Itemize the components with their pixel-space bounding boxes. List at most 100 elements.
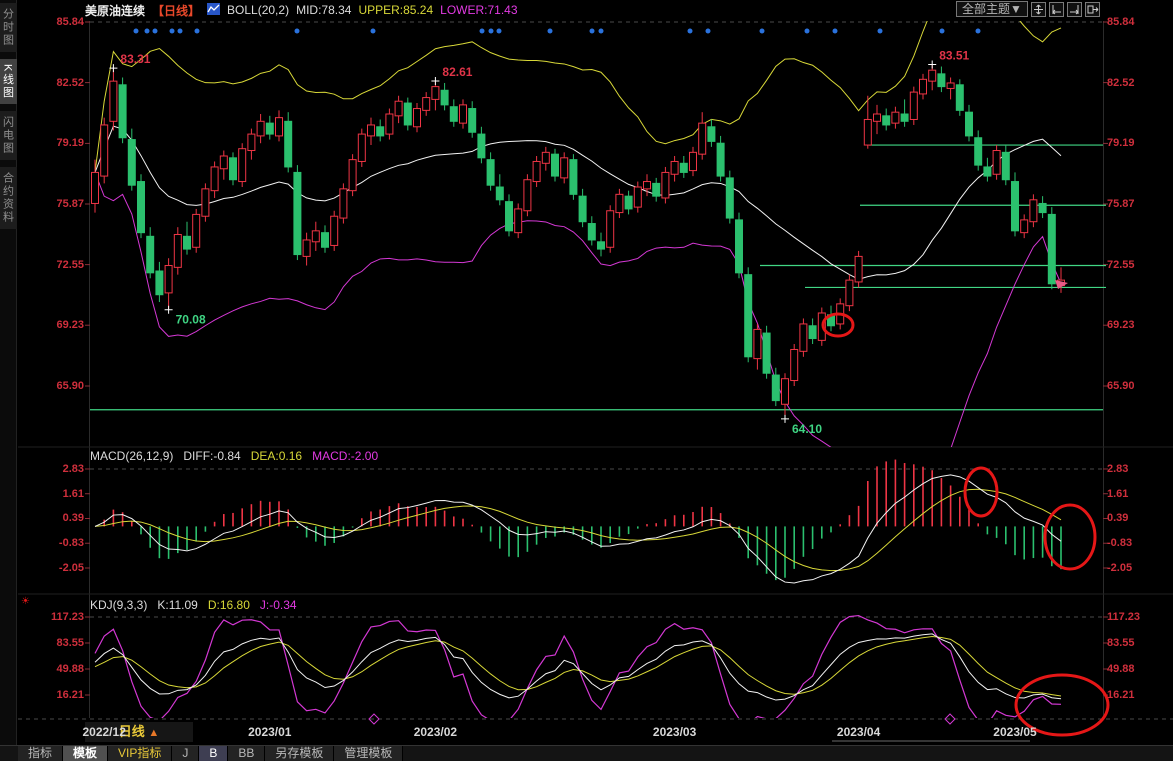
tab-indicators[interactable]: 指标 [18,746,63,761]
candle-body[interactable] [579,196,586,222]
candle-body[interactable] [1002,152,1009,179]
candle-body[interactable] [110,81,117,121]
candle-body[interactable] [809,326,816,339]
candle-body[interactable] [588,224,595,240]
candle-body[interactable] [441,90,448,105]
candle-body[interactable] [1030,200,1037,222]
pan-icon[interactable] [1031,2,1046,17]
event-dot[interactable] [170,29,175,34]
candle-body[interactable] [276,118,283,136]
event-dot[interactable] [153,29,158,34]
tab-bb[interactable]: BB [228,746,265,761]
alert-icon[interactable]: ☀ [21,596,30,607]
candle-body[interactable] [680,163,687,172]
candle-body[interactable] [690,152,697,170]
candle-body[interactable] [414,109,421,127]
candle-body[interactable] [782,379,789,405]
theme-dropdown[interactable]: 全部主题▼ [956,1,1028,17]
candle-body[interactable] [340,189,347,218]
event-dot[interactable] [833,29,838,34]
candle-body[interactable] [312,231,319,242]
event-dot[interactable] [489,29,494,34]
candle-body[interactable] [423,98,430,111]
event-dot[interactable] [590,29,595,34]
candle-body[interactable] [561,158,568,178]
event-dot[interactable] [878,29,883,34]
candle-body[interactable] [570,160,577,195]
tab-j[interactable]: J [172,746,199,761]
candle-body[interactable] [211,167,218,191]
event-dot[interactable] [688,29,693,34]
candle-body[interactable] [248,134,255,150]
candle-body[interactable] [846,280,853,306]
candle-body[interactable] [552,154,559,176]
pop-out-icon[interactable] [1085,2,1100,17]
event-dot[interactable] [976,29,981,34]
candle-body[interactable] [1039,203,1046,212]
event-dot[interactable] [145,29,150,34]
candle-body[interactable] [395,101,402,116]
candle-body[interactable] [184,236,191,249]
event-dot[interactable] [371,29,376,34]
candle-body[interactable] [377,127,384,136]
candle-body[interactable] [230,158,237,180]
candle-body[interactable] [450,107,457,122]
candle-body[interactable] [92,172,99,203]
tab-vip-indicators[interactable]: VIP指标 [108,746,172,761]
scale-x-axis-icon[interactable] [1049,2,1064,17]
candle-body[interactable] [487,160,494,186]
candle-body[interactable] [984,167,991,176]
candle-body[interactable] [616,194,623,212]
candle-body[interactable] [349,160,356,191]
candle-body[interactable] [929,70,936,81]
candle-body[interactable] [460,105,467,123]
sidebar-item-contract-info[interactable]: 合约资料 [0,167,17,229]
candle-body[interactable] [404,103,411,125]
candle-body[interactable] [717,143,724,176]
event-dot[interactable] [760,29,765,34]
candle-body[interactable] [478,134,485,158]
candle-body[interactable] [257,121,264,136]
candle-body[interactable] [193,214,200,247]
candle-body[interactable] [708,127,715,142]
candle-body[interactable] [947,83,954,88]
candle-body[interactable] [864,119,871,145]
candle-body[interactable] [993,151,1000,175]
candle-body[interactable] [303,240,310,256]
candle-body[interactable] [220,156,227,169]
candle-body[interactable] [644,182,651,189]
candle-body[interactable] [791,349,798,380]
drawn-red-circle[interactable] [965,468,997,516]
candle-body[interactable] [763,333,770,373]
candle-body[interactable] [496,187,503,200]
event-dot[interactable] [480,29,485,34]
candle-body[interactable] [892,112,899,123]
candle-body[interactable] [386,114,393,134]
candle-body[interactable] [156,271,163,295]
candle-body[interactable] [368,125,375,136]
tab-save-template[interactable]: 另存模板 [265,746,334,761]
candle-body[interactable] [726,178,733,218]
candle-body[interactable] [745,275,752,357]
candle-body[interactable] [331,216,338,245]
event-dot[interactable] [805,29,810,34]
candle-body[interactable] [285,121,292,167]
candle-body[interactable] [966,112,973,136]
candle-body[interactable] [506,202,513,231]
candle-body[interactable] [662,172,669,198]
candle-body[interactable] [358,134,365,161]
event-dot[interactable] [497,29,502,34]
event-dot[interactable] [940,29,945,34]
candle-body[interactable] [671,161,678,174]
candle-body[interactable] [910,92,917,119]
candle-body[interactable] [174,234,181,267]
candle-body[interactable] [625,196,632,209]
candle-body[interactable] [772,375,779,401]
sidebar-item-time-chart[interactable]: 分时图 [0,3,17,52]
candle-body[interactable] [607,211,614,248]
candle-body[interactable] [975,138,982,165]
candle-body[interactable] [515,209,522,233]
candle-body[interactable] [754,329,761,358]
sidebar-item-kline-chart[interactable]: K线图 [0,59,17,104]
candle-body[interactable] [202,189,209,216]
